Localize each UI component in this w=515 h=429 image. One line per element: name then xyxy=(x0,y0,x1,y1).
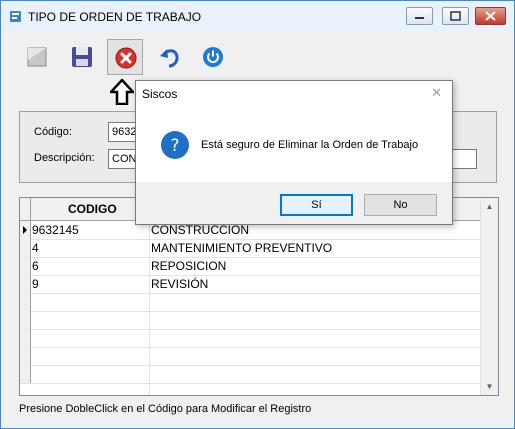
cell-descripcion[interactable]: MANTENIMIENTO PREVENTIVO xyxy=(151,241,332,255)
save-button[interactable] xyxy=(64,39,100,75)
yes-button[interactable]: Sí xyxy=(280,194,353,216)
minimize-icon xyxy=(415,17,424,19)
cell-codigo[interactable]: 6 xyxy=(32,259,39,273)
cell-descripcion[interactable]: REPOSICION xyxy=(151,259,226,273)
new-button[interactable] xyxy=(19,39,55,75)
empty-row xyxy=(20,311,482,330)
empty-row xyxy=(20,365,482,384)
svg-text:?: ? xyxy=(170,136,179,156)
no-button[interactable]: No xyxy=(364,194,437,216)
table-row[interactable]: 4 MANTENIMIENTO PREVENTIVO xyxy=(20,239,482,258)
window-title: TIPO DE ORDEN DE TRABAJO xyxy=(28,10,202,24)
current-row-icon xyxy=(23,226,27,234)
row-selector[interactable] xyxy=(20,275,31,293)
delete-icon xyxy=(115,47,137,69)
maximize-icon xyxy=(450,11,461,21)
descripcion-field-end[interactable] xyxy=(450,149,477,169)
power-button[interactable] xyxy=(195,39,231,75)
cell-codigo[interactable]: 9 xyxy=(32,277,39,291)
maximize-button[interactable] xyxy=(442,7,469,25)
empty-row xyxy=(20,293,482,312)
pointer-arrow-icon xyxy=(110,79,134,105)
dialog-close-icon[interactable]: ✕ xyxy=(431,85,442,101)
dialog-message: Está seguro de Eliminar la Orden de Trab… xyxy=(201,139,419,151)
close-icon xyxy=(485,11,496,21)
cell-codigo[interactable]: 4 xyxy=(32,241,39,255)
status-text: Presione DobleClick en el Código para Mo… xyxy=(19,403,312,415)
dialog-title: Siscos xyxy=(142,87,178,101)
save-icon xyxy=(72,47,92,67)
power-icon xyxy=(203,47,223,67)
cell-descripcion[interactable]: CONSTRUCCION xyxy=(151,223,249,237)
dialog-footer: Sí No xyxy=(136,182,452,224)
undo-button[interactable] xyxy=(152,39,188,75)
codigo-label: Código: xyxy=(34,126,72,138)
empty-row xyxy=(20,329,482,348)
scroll-down-icon[interactable]: ▼ xyxy=(482,379,497,394)
app-icon xyxy=(10,11,21,22)
table-row[interactable]: 6 REPOSICION xyxy=(20,257,482,276)
delete-button[interactable] xyxy=(107,39,143,75)
empty-row xyxy=(20,347,482,366)
confirm-dialog: Siscos ✕ ? Está seguro de Eliminar la Or… xyxy=(135,80,453,225)
row-selector[interactable] xyxy=(20,221,31,239)
descripcion-label: Descripción: xyxy=(34,152,95,164)
close-button[interactable] xyxy=(475,7,506,25)
row-selector[interactable] xyxy=(20,239,31,257)
question-icon: ? xyxy=(161,131,189,159)
vertical-scrollbar[interactable]: ▲ ▼ xyxy=(480,198,498,395)
scroll-up-icon[interactable]: ▲ xyxy=(482,199,497,214)
column-header-codigo[interactable]: CODIGO xyxy=(68,202,117,216)
title-bar[interactable]: TIPO DE ORDEN DE TRABAJO xyxy=(1,1,514,31)
cell-codigo[interactable]: 9632145 xyxy=(32,223,79,237)
minimize-button[interactable] xyxy=(406,7,433,25)
cell-descripcion[interactable]: REVISIÓN xyxy=(151,277,208,291)
undo-icon xyxy=(160,49,179,68)
table-row[interactable]: 9 REVISIÓN xyxy=(20,275,482,294)
data-grid[interactable]: CODIGO 9632145 CONSTRUCCION 4 MANTENIMIE… xyxy=(19,197,499,396)
new-icon xyxy=(27,47,47,67)
row-selector[interactable] xyxy=(20,257,31,275)
